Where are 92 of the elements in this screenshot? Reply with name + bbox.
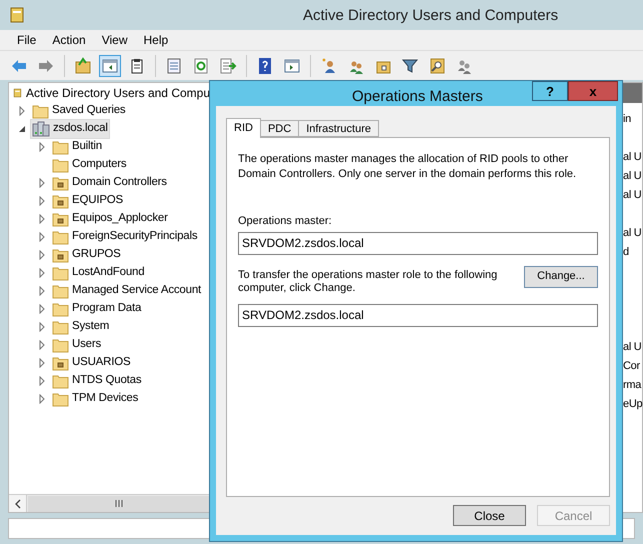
tree-item[interactable]: Computers	[50, 155, 128, 175]
window-title: Active Directory Users and Computers	[303, 6, 558, 26]
expand-arrow-icon[interactable]	[17, 106, 27, 116]
tab[interactable]: Infrastructure	[298, 120, 379, 137]
list-item-text: al U	[623, 226, 642, 241]
expand-arrow-icon[interactable]	[37, 142, 47, 152]
expand-arrow-icon[interactable]	[37, 394, 47, 404]
menu-item[interactable]: Action	[45, 31, 93, 49]
tree-item[interactable]: zsdos.local	[30, 119, 110, 139]
tree-item[interactable]: TPM Devices	[50, 389, 140, 409]
server-icon	[32, 121, 50, 137]
expand-arrow-icon[interactable]	[37, 196, 47, 206]
scroll-left-icon[interactable]	[14, 498, 20, 508]
filter-icon	[401, 56, 419, 74]
folder-icon	[52, 374, 69, 388]
folder-icon	[52, 338, 69, 352]
list-item-text: in	[623, 112, 632, 127]
list-item-text: rma	[623, 378, 642, 393]
tree-item[interactable]: NTDS Quotas	[50, 371, 144, 391]
app-icon	[10, 7, 24, 23]
expand-arrow-icon[interactable]	[37, 232, 47, 242]
tree-item[interactable]: Equipos_Applocker	[50, 209, 170, 229]
dialog-button[interactable]: Close	[453, 505, 526, 526]
user-icon	[320, 56, 338, 74]
export-list-icon	[219, 56, 237, 74]
dialog-title: Operations Masters	[352, 87, 483, 107]
expand-arrow-icon[interactable]	[37, 340, 47, 350]
expand-arrow-icon[interactable]	[37, 322, 47, 332]
folder-icon	[52, 230, 69, 244]
menu-item[interactable]: Help	[136, 31, 176, 49]
help-icon	[256, 56, 274, 74]
list-item-text: eUp	[623, 397, 642, 412]
tree-root-label[interactable]: Active Directory Users and Compu	[26, 84, 210, 102]
search-icon	[428, 56, 446, 74]
expand-arrow-icon[interactable]	[37, 304, 47, 314]
operations-master-field[interactable]: SRVDOM2.zsdos.local	[238, 232, 598, 254]
expand-arrow-icon[interactable]	[37, 268, 47, 278]
tab[interactable]: RID	[226, 118, 261, 138]
folder-icon	[52, 158, 69, 172]
description-text: The operations master manages the allocation of RID pools to other Domain Controllers. Only one server in the domain performs this role.	[238, 152, 578, 182]
tree-item[interactable]: USUARIOS	[50, 353, 132, 373]
list-item-text: al U	[623, 169, 642, 184]
folder-icon	[52, 302, 69, 316]
folder-icon	[52, 392, 69, 406]
expand-arrow-icon[interactable]	[37, 250, 47, 260]
folder-icon	[52, 176, 69, 190]
list-item-text: Cor	[623, 359, 641, 374]
folder-icon	[52, 284, 69, 298]
tree-item[interactable]: Saved Queries	[30, 101, 128, 121]
expand-arrow-icon[interactable]	[37, 214, 47, 224]
list-item-text: al U	[623, 188, 642, 203]
expand-arrow-icon[interactable]	[37, 376, 47, 386]
list-item-text: al U	[623, 340, 642, 355]
folder-icon	[52, 320, 69, 334]
window-close-x[interactable]: x	[568, 81, 618, 101]
tree-item[interactable]: ForeignSecurityPrincipals	[50, 227, 200, 247]
menu-item[interactable]: File	[10, 31, 44, 49]
expand-arrow-icon[interactable]	[37, 178, 47, 188]
expand-arrow-icon[interactable]	[37, 358, 47, 368]
list-item-text: d	[623, 245, 630, 260]
tree-item[interactable]: LostAndFound	[50, 263, 146, 283]
tree-item[interactable]: GRUPOS	[50, 245, 123, 265]
tree-item[interactable]: Builtin	[50, 137, 104, 157]
list-item-text: al U	[623, 150, 642, 165]
menu-item[interactable]: View	[94, 31, 134, 49]
tree-item[interactable]: System	[50, 317, 112, 337]
grip-icon	[114, 500, 122, 507]
new-master-field[interactable]: SRVDOM2.zsdos.local	[238, 304, 598, 326]
tree-item[interactable]: Domain Controllers	[50, 173, 169, 193]
tree-item[interactable]: EQUIPOS	[50, 191, 126, 211]
refresh-icon	[192, 56, 210, 74]
expand-arrow-icon[interactable]	[37, 286, 47, 296]
tree-item[interactable]: Users	[50, 335, 104, 355]
help-button[interactable]: ?	[532, 81, 568, 101]
transfer-text: To transfer the operations master role to the following computer, click Change.	[238, 268, 498, 294]
pane-icon	[283, 56, 301, 74]
tab[interactable]: PDC	[260, 120, 300, 137]
pane-icon	[101, 56, 119, 74]
folder-icon	[74, 56, 92, 74]
change-button[interactable]: Change...	[524, 266, 598, 288]
folder-icon	[52, 248, 69, 262]
properties-icon	[165, 56, 183, 74]
folder-icon	[52, 266, 69, 280]
folder-icon	[52, 194, 69, 208]
collapse-arrow-icon[interactable]	[17, 124, 27, 134]
tree-item[interactable]: Program Data	[50, 299, 144, 319]
horizontal-scrollbar[interactable]	[9, 494, 210, 512]
field-label: Operations master:	[238, 214, 333, 229]
tree-item[interactable]: Managed Service Account	[50, 281, 204, 301]
scroll-thumb[interactable]	[28, 496, 209, 512]
folder-icon	[52, 212, 69, 226]
folder-icon	[52, 356, 69, 370]
